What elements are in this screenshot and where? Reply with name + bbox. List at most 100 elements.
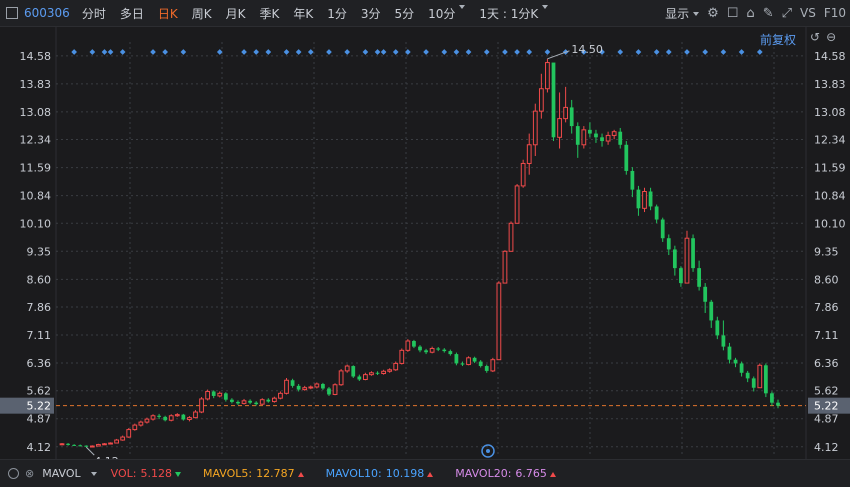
tab-11[interactable]: 1天 : 1分K [479, 5, 538, 22]
candle-body-up [126, 429, 132, 438]
event-marker-icon [283, 49, 290, 55]
candle-body-down [296, 385, 301, 390]
up-arrow-icon [427, 471, 434, 477]
candle-body-down [709, 301, 714, 321]
candle-body-down [715, 320, 720, 336]
tab-1[interactable]: 多日 [120, 5, 144, 22]
candle-body-up [338, 370, 344, 386]
candle-body-down [412, 341, 416, 347]
y-tick-right: 9.35 [814, 245, 839, 258]
tab-6[interactable]: 年K [293, 5, 313, 22]
candle-body-down [448, 351, 453, 355]
event-marker-icon [162, 49, 168, 55]
settings-icon[interactable] [8, 468, 19, 479]
zoom-out-icon[interactable]: ⊖ [826, 30, 836, 44]
candle-body-down [211, 391, 216, 396]
tab-9[interactable]: 5分 [395, 5, 415, 22]
candle-body-up [144, 418, 150, 423]
tab-5[interactable]: 季K [259, 5, 279, 22]
adjust-mode-button[interactable]: 前复权 [760, 31, 796, 48]
candle-body-down [624, 144, 629, 171]
camera-icon[interactable]: ⌂ [746, 6, 754, 21]
kline-svg[interactable]: 14.58 14.58 13.83 13.83 13.08 13.08 12.34 12.34… [0, 27, 850, 468]
event-marker-icon [544, 49, 551, 55]
tab-7[interactable]: 1分 [327, 5, 347, 22]
high-label: 14.50 [571, 43, 603, 56]
tab-4[interactable]: 月K [226, 5, 246, 22]
up-arrow-icon [549, 471, 556, 477]
y-tick-left: 8.60 [27, 273, 52, 286]
pen-icon[interactable]: ✎ [763, 6, 774, 21]
event-marker-icon [180, 49, 187, 55]
event-marker-icon [702, 49, 709, 55]
event-marker-icon [738, 49, 745, 55]
close-indicator-icon[interactable]: ⊗ [25, 467, 34, 480]
stock-code[interactable]: 600306 [24, 6, 70, 20]
undo-icon[interactable]: ↺ [810, 30, 820, 44]
candle-body-down [351, 366, 356, 377]
candle-body-up [344, 365, 350, 372]
tab-10[interactable]: 10分 [428, 5, 455, 22]
down-arrow-icon [174, 471, 181, 477]
kline-chart[interactable]: 14.58 14.58 13.83 13.83 13.08 13.08 12.34 12.34… [0, 27, 850, 468]
candle-body-down [654, 206, 659, 220]
low-leader-line [85, 446, 95, 456]
tab-dropdown-icon[interactable] [459, 4, 466, 22]
gear-icon[interactable]: ⚙ [707, 6, 719, 21]
candle-body-down [424, 350, 428, 353]
toolbar-right: 显示 ⚙ ☐ ⌂ ✎ ⤢ VS F10 [665, 0, 846, 26]
event-marker-icon [423, 49, 429, 55]
candle-body-up [187, 417, 192, 420]
y-tick-right: 14.58 [814, 50, 846, 63]
square-icon[interactable]: ☐ [727, 6, 739, 21]
candle-body-up [757, 364, 763, 389]
event-marker-icon [71, 49, 77, 55]
candle-body-down [266, 399, 271, 402]
expand-icon[interactable]: ⤢ [782, 6, 792, 21]
candle-body-up [502, 250, 508, 284]
candle-body-up [514, 185, 520, 224]
candle-body-up [193, 411, 198, 419]
tab-3[interactable]: 周K [192, 5, 212, 22]
y-tick-right: 10.84 [814, 190, 846, 203]
candle-body-down [727, 346, 732, 360]
candle-body-down [248, 400, 252, 403]
vs-button[interactable]: VS [800, 6, 816, 20]
candle-body-down [327, 388, 331, 395]
display-menu[interactable]: 显示 [665, 5, 700, 22]
period-tabs: 分时 多日 日K 周K 月K 季K 年K 1分 3分 5分 10分 1天 : 1分K [82, 4, 562, 22]
f10-button[interactable]: F10 [824, 6, 846, 20]
candle-body-down [588, 129, 592, 134]
indicator-name[interactable]: MAVOL [42, 467, 80, 480]
y-tick-left: 10.10 [20, 217, 52, 230]
candle-body-up [308, 386, 314, 389]
indicator-dropdown-icon[interactable] [90, 471, 97, 476]
event-marker-icon [453, 49, 460, 55]
tab-2[interactable]: 日K [158, 5, 178, 22]
tab-8[interactable]: 3分 [361, 5, 381, 22]
event-marker-icon [107, 49, 114, 55]
event-marker-icon [101, 49, 108, 55]
y-tick-left: 4.12 [27, 441, 52, 454]
candle-body-up [545, 62, 550, 90]
event-marker-icon [635, 49, 642, 55]
y-tick-left: 14.58 [20, 50, 52, 63]
candle-body-down [666, 238, 671, 250]
tab-dropdown-icon[interactable] [542, 4, 549, 22]
candle-body-down [478, 361, 483, 367]
sidebar-toggle-icon[interactable] [6, 7, 18, 19]
candle-body-up [96, 444, 101, 447]
y-tick-right: 10.10 [814, 217, 846, 230]
y-tick-right: 7.11 [814, 329, 839, 342]
candle-body-up [168, 415, 174, 421]
candle-body-down [442, 349, 447, 352]
current-price-left: 5.22 [27, 400, 52, 413]
candle-body-up [108, 442, 113, 445]
y-tick-right: 12.34 [814, 134, 846, 147]
candle-body-up [508, 222, 514, 252]
y-tick-left: 5.62 [27, 385, 52, 398]
candle-body-down [78, 445, 83, 447]
tab-0[interactable]: 分时 [82, 5, 106, 22]
candle-body-down [375, 372, 380, 374]
candle-body-up [466, 357, 471, 366]
